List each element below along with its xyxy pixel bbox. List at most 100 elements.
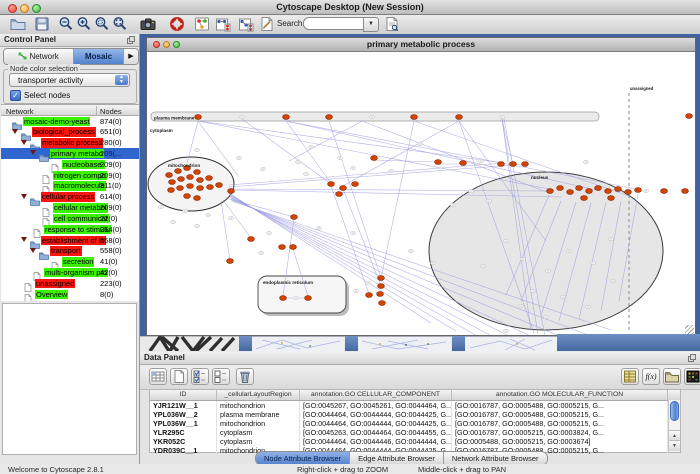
background-window-edge[interactable] bbox=[452, 336, 465, 351]
network-node[interactable] bbox=[586, 189, 593, 194]
network-window-minimize-button[interactable] bbox=[163, 41, 170, 48]
table-vertical-scrollbar[interactable]: ▲ ▼ bbox=[668, 400, 680, 452]
network-window-titlebar[interactable]: primary metabolic process bbox=[147, 38, 695, 52]
network-node[interactable] bbox=[279, 245, 286, 250]
column-header-id[interactable]: ID bbox=[150, 390, 217, 400]
tree-label[interactable]: primary metabo bbox=[50, 149, 104, 159]
search-input[interactable] bbox=[303, 17, 369, 30]
background-window-thumbnail[interactable] bbox=[252, 336, 344, 352]
network-node[interactable] bbox=[378, 276, 385, 281]
tree-row-cellular-metabol[interactable]: cellular metabol209(0) bbox=[1, 203, 139, 214]
new-attribute-icon[interactable] bbox=[170, 368, 188, 385]
network-node[interactable] bbox=[291, 215, 298, 220]
tree-row-cellular-process[interactable]: cellular process614(0) bbox=[1, 192, 139, 203]
network-node[interactable] bbox=[169, 180, 176, 185]
tree-row-nucleobase[interactable]: nucleobase-209(0) bbox=[1, 159, 139, 170]
tree-label[interactable]: transport bbox=[50, 246, 82, 256]
search-dropdown-button[interactable]: ▼ bbox=[363, 17, 379, 32]
select-attributes-icon[interactable] bbox=[191, 368, 209, 385]
network-node[interactable] bbox=[510, 162, 517, 167]
tree-header-divider[interactable] bbox=[96, 106, 97, 115]
network-node[interactable] bbox=[608, 196, 615, 201]
network-node[interactable] bbox=[371, 156, 378, 161]
network-node[interactable] bbox=[168, 188, 175, 193]
network-canvas[interactable]: plasma membrane cytoplasm mitochondrion … bbox=[147, 51, 695, 335]
tree-row-metabolic-process[interactable]: metabolic process280(0) bbox=[1, 138, 139, 149]
network-node[interactable] bbox=[207, 185, 214, 190]
network-node[interactable] bbox=[377, 292, 384, 297]
open-folder-icon[interactable] bbox=[10, 16, 27, 32]
zoom-fit-icon[interactable] bbox=[112, 16, 129, 32]
network-node[interactable] bbox=[280, 296, 287, 301]
network-node[interactable] bbox=[283, 115, 290, 120]
expand-triangle-icon[interactable] bbox=[30, 248, 36, 253]
tree-row-secretion[interactable]: secretion41(0) bbox=[1, 257, 139, 268]
network-node[interactable] bbox=[326, 115, 333, 120]
select-nodes-checkbox[interactable]: ✓ bbox=[10, 90, 21, 101]
close-window-button[interactable] bbox=[8, 4, 17, 13]
tree-row-response-to-stimulu[interactable]: response to stimulu264(0) bbox=[1, 224, 139, 235]
birds-eye-view[interactable] bbox=[2, 303, 137, 455]
table-row-ykr052c[interactable]: YKR052Ccytoplasm[GO:0044464, GO:0044446,… bbox=[150, 437, 680, 446]
table-icon[interactable] bbox=[621, 368, 639, 385]
network-node[interactable] bbox=[379, 301, 386, 306]
background-window-edge[interactable] bbox=[345, 336, 358, 351]
table-row-ypl036w-2[interactable]: YPL036W__2plasma membrane[GO:0044464, GO… bbox=[150, 410, 680, 419]
layout-network-icon-2[interactable] bbox=[238, 16, 255, 32]
network-node[interactable] bbox=[177, 186, 184, 191]
network-node[interactable] bbox=[206, 176, 213, 181]
table-row-yjr121w-1[interactable]: YJR121W__1mitochondrion[GO:0045267, GO:0… bbox=[150, 401, 680, 410]
tree-label[interactable]: biological_process bbox=[32, 127, 96, 137]
network-node[interactable] bbox=[456, 115, 463, 120]
table-row-ypl036w-1[interactable]: YPL036W__1mitochondrion[GO:0044464, GO:0… bbox=[150, 419, 680, 428]
expand-triangle-icon[interactable] bbox=[21, 194, 27, 199]
tree-row-macromolecule[interactable]: macromolecule311(0) bbox=[1, 181, 139, 192]
network-node[interactable] bbox=[605, 189, 612, 194]
formula-icon[interactable]: f(x) bbox=[642, 368, 660, 385]
network-node[interactable] bbox=[228, 189, 235, 194]
network-node[interactable] bbox=[328, 182, 335, 187]
tree-row-cell-communicat[interactable]: cell communicat22(0) bbox=[1, 213, 139, 224]
network-node[interactable] bbox=[197, 186, 204, 191]
tab-mosaic[interactable]: Mosaic bbox=[74, 49, 124, 64]
snapshot-icon[interactable] bbox=[140, 16, 157, 32]
network-node[interactable] bbox=[194, 196, 201, 201]
tree-row-multi-organism-pro[interactable]: multi-organism pro42(0) bbox=[1, 267, 139, 278]
network-node[interactable] bbox=[187, 175, 194, 180]
network-node[interactable] bbox=[336, 192, 343, 197]
network-node[interactable] bbox=[595, 186, 602, 191]
network-node[interactable] bbox=[184, 194, 191, 199]
network-node[interactable] bbox=[378, 284, 385, 289]
zoom-window-button[interactable] bbox=[32, 4, 41, 13]
vizmapper-icon[interactable] bbox=[194, 16, 211, 32]
tree-row-biological-process[interactable]: biological_process651(0) bbox=[1, 127, 139, 138]
help-ring-icon[interactable] bbox=[169, 16, 186, 32]
window-resize-grip[interactable] bbox=[685, 325, 694, 334]
network-node[interactable] bbox=[557, 186, 564, 191]
tree-label[interactable]: mosaic-demo-yeast bbox=[23, 117, 90, 127]
tree-row-mosaic-demo-yeast[interactable]: mosaic-demo-yeast874(0) bbox=[1, 116, 139, 127]
matrix-icon[interactable] bbox=[684, 368, 700, 385]
tree-label[interactable]: cellular process bbox=[41, 192, 95, 202]
layout-network-icon-1[interactable] bbox=[215, 16, 232, 32]
search-options-icon[interactable] bbox=[384, 16, 401, 32]
tree-label[interactable]: Overview bbox=[35, 290, 68, 300]
tab-overflow-arrow[interactable]: ▶ bbox=[124, 49, 138, 64]
network-node[interactable] bbox=[340, 186, 347, 191]
network-node[interactable] bbox=[615, 187, 622, 192]
save-icon[interactable] bbox=[34, 16, 51, 32]
expand-triangle-icon[interactable] bbox=[21, 237, 27, 242]
network-node[interactable] bbox=[305, 296, 312, 301]
zoom-in-icon[interactable] bbox=[76, 16, 93, 32]
network-node[interactable] bbox=[567, 190, 574, 195]
network-node[interactable] bbox=[411, 115, 418, 120]
annotation-icon[interactable] bbox=[259, 16, 276, 32]
network-node[interactable] bbox=[197, 178, 204, 183]
network-node[interactable] bbox=[635, 188, 642, 193]
tree-row-nitrogen-compo[interactable]: nitrogen compo209(0) bbox=[1, 170, 139, 181]
network-node[interactable] bbox=[178, 177, 185, 182]
attribute-grid-icon[interactable] bbox=[149, 368, 167, 385]
unselect-attributes-icon[interactable] bbox=[212, 368, 230, 385]
float-panel-icon[interactable] bbox=[127, 36, 135, 44]
tree-label[interactable]: unassigned bbox=[35, 279, 75, 289]
